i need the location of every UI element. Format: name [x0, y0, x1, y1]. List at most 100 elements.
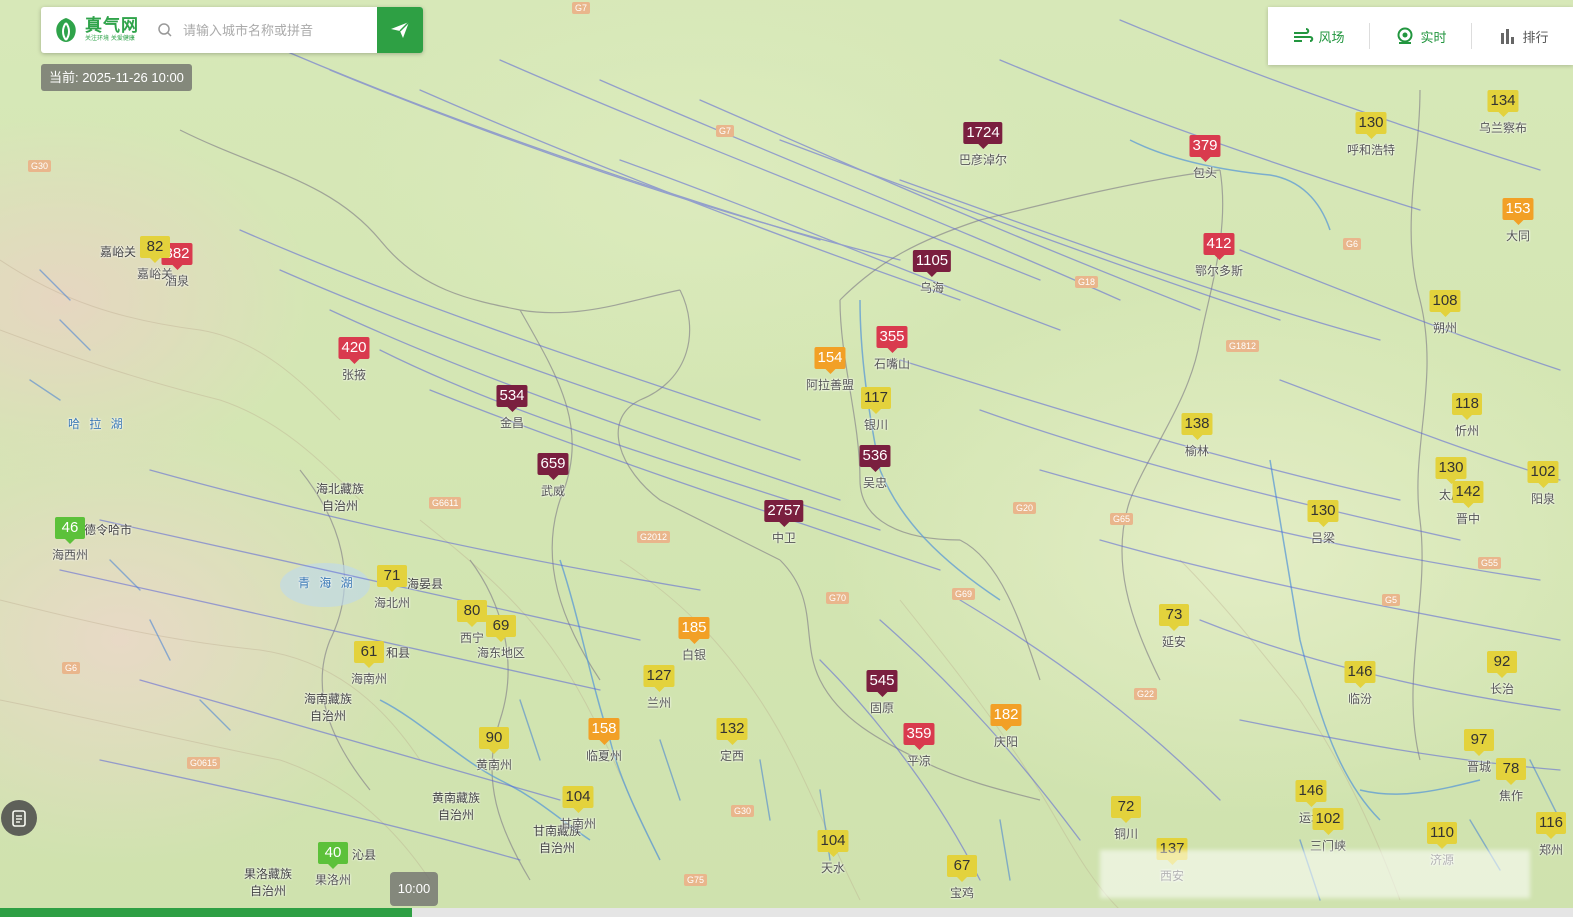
location-pin-icon — [1397, 27, 1413, 44]
aqi-marker[interactable]: 102 — [1312, 808, 1344, 835]
city-name-label: 黄南州 — [475, 758, 513, 772]
city-name-label: 宝鸡 — [949, 886, 975, 900]
layer-toolbar: 风场 实时 排行 — [1268, 7, 1573, 65]
aqi-marker[interactable]: 78 — [1496, 758, 1526, 785]
aqi-marker[interactable]: 379 — [1189, 135, 1221, 162]
aqi-marker[interactable]: 138 — [1181, 413, 1213, 440]
aqi-marker[interactable]: 97 — [1464, 729, 1494, 756]
aqi-marker[interactable]: 132 — [716, 718, 748, 745]
brand-logo[interactable]: 真气网 关注环境 关爱健康 — [41, 7, 151, 53]
wind-field-button[interactable]: 风场 — [1268, 7, 1369, 65]
aqi-marker[interactable]: 185 — [678, 617, 710, 644]
road-shield: G30 — [731, 805, 755, 817]
current-time-badge: 当前: 2025-11-26 10:00 — [41, 64, 192, 91]
city-name-label: 长治 — [1489, 682, 1515, 696]
road-shield: G75 — [684, 874, 708, 886]
road-shield: G65 — [1110, 513, 1134, 525]
ranking-button[interactable]: 排行 — [1472, 7, 1573, 65]
aqi-marker[interactable]: 158 — [588, 718, 620, 745]
city-name-label: 郑州 — [1538, 843, 1564, 857]
road-shield: G6 — [62, 662, 81, 674]
city-name-label: 吕梁 — [1310, 531, 1336, 545]
aqi-marker[interactable]: 154 — [814, 347, 846, 374]
live-label: 实时 — [1420, 30, 1447, 46]
aqi-marker[interactable]: 73 — [1159, 604, 1189, 631]
timeline-handle[interactable]: 10:00 — [390, 872, 438, 906]
aqi-marker[interactable]: 69 — [486, 615, 516, 642]
ranking-label: 排行 — [1522, 30, 1549, 46]
aqi-marker[interactable]: 534 — [496, 385, 528, 412]
city-name-label: 吴忠 — [862, 476, 888, 490]
aqi-marker[interactable]: 118 — [1452, 393, 1482, 420]
aqi-marker[interactable]: 71 — [377, 565, 407, 592]
aqi-marker[interactable]: 110 — [1427, 822, 1457, 849]
aqi-marker[interactable]: 142 — [1452, 481, 1484, 508]
road-shield: G20 — [1013, 502, 1037, 514]
aqi-marker[interactable]: 116 — [1536, 812, 1566, 839]
road-shield: G18 — [1075, 276, 1099, 288]
aqi-marker[interactable]: 659 — [537, 453, 569, 480]
brand-name: 真气网 — [85, 16, 139, 36]
aqi-marker[interactable]: 117 — [861, 387, 891, 414]
aqi-marker[interactable]: 130 — [1435, 457, 1467, 484]
city-name-label: 兰州 — [646, 696, 672, 710]
city-name-label: 榆林 — [1184, 444, 1210, 458]
search-icon — [158, 23, 172, 37]
aqi-marker[interactable]: 108 — [1429, 290, 1461, 317]
city-name-label: 阳泉 — [1530, 492, 1556, 506]
road-shield: G1812 — [1226, 340, 1260, 352]
aqi-marker[interactable]: 104 — [817, 830, 849, 857]
aqi-marker[interactable]: 1105 — [912, 250, 952, 277]
aqi-marker[interactable]: 130 — [1355, 112, 1387, 139]
aqi-marker[interactable]: 355 — [876, 326, 908, 353]
city-name-label: 乌兰察布 — [1478, 121, 1528, 135]
city-name-label: 平凉 — [906, 754, 932, 768]
aqi-marker[interactable]: 1724 — [963, 122, 1003, 149]
aqi-marker[interactable]: 72 — [1111, 796, 1141, 823]
aqi-marker[interactable]: 90 — [479, 727, 509, 754]
aqi-marker[interactable]: 412 — [1203, 233, 1235, 260]
aqi-marker[interactable]: 104 — [562, 786, 594, 813]
aqi-marker[interactable]: 82 — [140, 236, 170, 263]
aqi-marker[interactable]: 102 — [1527, 461, 1559, 488]
aqi-marker[interactable]: 146 — [1344, 661, 1376, 688]
aqi-marker[interactable]: 182 — [990, 704, 1022, 731]
city-name-label: 晋中 — [1455, 512, 1481, 526]
aqi-marker[interactable]: 134 — [1487, 90, 1519, 117]
city-name-label: 银川 — [863, 418, 889, 432]
aqi-marker[interactable]: 146 — [1295, 780, 1327, 807]
search-submit-button[interactable] — [377, 7, 423, 53]
watermark-overlay — [1100, 850, 1530, 898]
road-shield: G30 — [28, 160, 52, 172]
place-label: 沁县 — [352, 848, 377, 862]
city-name-label: 临夏州 — [585, 749, 623, 763]
aqi-marker[interactable]: 545 — [866, 670, 898, 697]
map-canvas[interactable]: G7 G30 G7 G6 G18 G69 G20 G65 G70 G22 G30… — [0, 0, 1573, 917]
road-shield: G5 — [1382, 594, 1401, 606]
aqi-marker[interactable]: 359 — [903, 723, 935, 750]
aqi-marker[interactable]: 46 — [55, 517, 85, 544]
aqi-marker[interactable]: 61 — [354, 641, 384, 668]
city-name-label: 果洛州 — [314, 873, 352, 887]
city-name-label: 固原 — [869, 701, 895, 715]
city-name-label: 鄂尔多斯 — [1194, 264, 1244, 278]
legend-toggle-button[interactable] — [1, 800, 37, 836]
aqi-marker[interactable]: 80 — [457, 600, 487, 627]
aqi-marker[interactable]: 67 — [947, 855, 977, 882]
region-label-haibei: 海北藏族 自治州 — [316, 482, 365, 513]
place-label: 嘉峪关 — [100, 245, 137, 259]
city-name-label: 呼和浩特 — [1346, 143, 1396, 157]
aqi-marker[interactable]: 127 — [643, 665, 675, 692]
aqi-marker[interactable]: 2757 — [764, 500, 804, 527]
timeline-progress — [0, 908, 412, 917]
lake-label-qinghai: 青 海 湖 — [298, 576, 356, 590]
aqi-marker[interactable]: 153 — [1502, 198, 1534, 225]
aqi-marker[interactable]: 536 — [859, 445, 891, 472]
city-search-input[interactable] — [181, 21, 370, 39]
aqi-marker[interactable]: 420 — [338, 337, 370, 364]
aqi-marker[interactable]: 92 — [1487, 651, 1517, 678]
region-label-guoluo: 果洛藏族 自治州 — [244, 867, 293, 898]
live-button[interactable]: 实时 — [1370, 7, 1471, 65]
aqi-marker[interactable]: 40 — [318, 842, 348, 869]
aqi-marker[interactable]: 130 — [1307, 500, 1339, 527]
